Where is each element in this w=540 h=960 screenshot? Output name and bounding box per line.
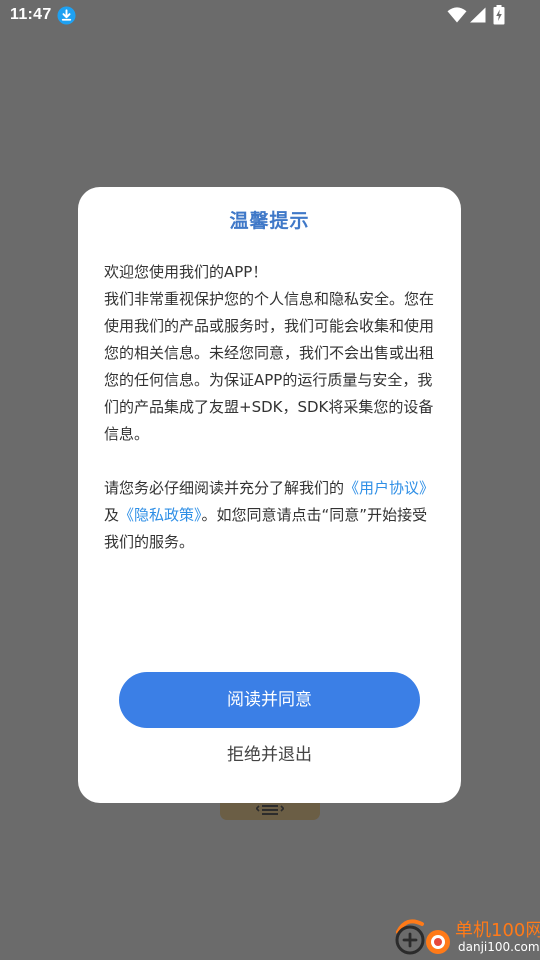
menu-glyph-icon bbox=[256, 805, 284, 815]
user-agreement-link[interactable]: 《用户协议》 bbox=[344, 479, 434, 497]
wifi-icon bbox=[447, 7, 467, 23]
welcome-line: 欢迎您使用我们的APP！ bbox=[104, 263, 268, 281]
watermark-title: 单机100网 bbox=[455, 920, 540, 941]
privacy-policy-link[interactable]: 《隐私政策》 bbox=[119, 506, 202, 524]
agreement-paragraph: 请您务必仔细阅读并充分了解我们的《用户协议》及《隐私政策》。如您同意请点击“同意… bbox=[104, 475, 438, 556]
download-notification-icon bbox=[57, 6, 76, 25]
status-time: 11:47 bbox=[10, 6, 52, 23]
watermark-url: danji100.com bbox=[458, 940, 540, 954]
agreement-text-before: 请您务必仔细阅读并充分了解我们的 bbox=[104, 479, 345, 497]
dialog-body: 欢迎您使用我们的APP！ 我们非常重视保护您的个人信息和隐私安全。您在使用我们的… bbox=[104, 259, 438, 556]
battery-charging-icon bbox=[493, 5, 505, 25]
reject-exit-button[interactable]: 拒绝并退出 bbox=[78, 741, 461, 769]
agreement-text-and: 及 bbox=[104, 506, 120, 524]
cell-signal-icon bbox=[470, 7, 486, 23]
privacy-dialog: 温馨提示 欢迎您使用我们的APP！ 我们非常重视保护您的个人信息和隐私安全。您在… bbox=[78, 187, 461, 803]
privacy-paragraph: 我们非常重视保护您的个人信息和隐私安全。您在使用我们的产品或服务时，我们可能会收… bbox=[104, 290, 435, 443]
watermark: 单机100网 danji100.com bbox=[392, 916, 540, 960]
status-bar: 11:47 bbox=[0, 0, 540, 32]
watermark-logo-icon bbox=[395, 919, 450, 955]
agree-button[interactable]: 阅读并同意 bbox=[119, 672, 420, 728]
dialog-title: 温馨提示 bbox=[229, 210, 310, 232]
